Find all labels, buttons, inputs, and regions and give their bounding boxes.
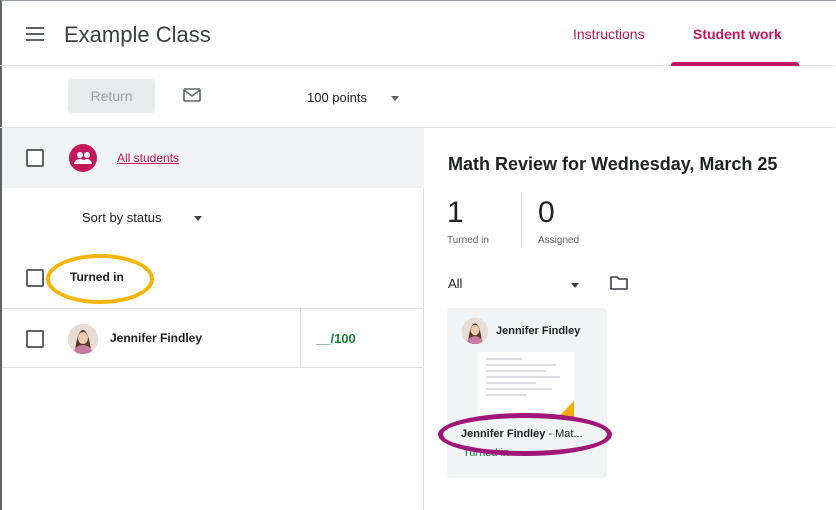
avatar[interactable] (68, 324, 98, 354)
folder-icon[interactable] (610, 275, 628, 290)
group-icon (69, 144, 97, 172)
student-name[interactable]: Jennifer Findley (110, 331, 202, 345)
assigned-label: Assigned (538, 235, 580, 246)
highlight-annotation (438, 413, 612, 456)
active-tab-indicator (671, 62, 799, 66)
grade-input[interactable]: __/100 (316, 331, 356, 346)
return-button[interactable]: Return (68, 79, 155, 113)
turned-in-count[interactable]: 1 (447, 196, 464, 230)
class-title: Example Class (64, 22, 211, 47)
student-roster-panel: All students Sort by status Turned in Je… (2, 128, 424, 510)
assigned-count[interactable]: 0 (538, 196, 555, 230)
dropdown-caret-icon[interactable] (571, 283, 579, 288)
tab-student-work[interactable]: Student work (693, 26, 782, 42)
student-checkbox[interactable] (26, 330, 44, 348)
avatar (462, 318, 488, 344)
all-students-row: All students (2, 128, 424, 188)
grade-column-divider (300, 309, 301, 367)
app-header: Example Class Instructions Student work (0, 0, 834, 66)
assignment-title: Math Review for Wednesday, March 25 (448, 154, 778, 174)
dropdown-caret-icon[interactable] (194, 216, 202, 221)
turned-in-label: Turned in (447, 235, 489, 246)
row-divider (2, 308, 424, 309)
filter-dropdown[interactable]: All (448, 276, 462, 291)
dropdown-caret-icon (391, 96, 399, 101)
all-students-checkbox[interactable] (26, 149, 44, 167)
mail-icon[interactable] (183, 88, 201, 102)
card-student-name: Jennifer Findley (496, 325, 581, 337)
points-dropdown[interactable]: 100 points (307, 90, 405, 112)
tab-instructions[interactable]: Instructions (573, 26, 645, 42)
turned-in-group-checkbox[interactable] (26, 269, 44, 287)
stat-divider (521, 192, 522, 248)
sort-dropdown[interactable]: Sort by status (82, 210, 161, 225)
all-students-link[interactable]: All students (117, 151, 179, 165)
menu-icon[interactable] (26, 27, 44, 41)
points-value: 100 points (307, 90, 367, 105)
highlight-annotation (46, 254, 154, 304)
toolbar: Return 100 points (0, 67, 834, 128)
row-divider (2, 367, 424, 368)
